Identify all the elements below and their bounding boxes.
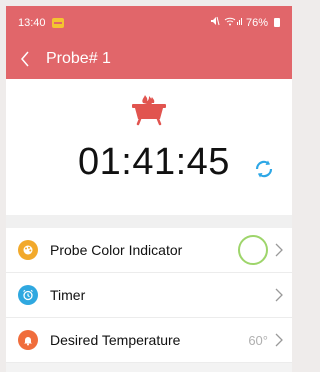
probe-color-swatch[interactable]	[238, 235, 268, 265]
bell-icon	[18, 330, 38, 350]
chevron-right-icon	[274, 332, 284, 348]
notification-app-icon	[51, 17, 64, 28]
page-title: Probe# 1	[46, 50, 111, 67]
status-indicators: 76%	[210, 16, 280, 29]
app-screen: 13:40 76% Probe# 1 01:41:45 Probe Color …	[6, 6, 292, 372]
app-header: Probe# 1	[6, 39, 292, 79]
wifi-signal-icon	[224, 16, 242, 29]
alarm-clock-icon	[18, 285, 38, 305]
timer-row[interactable]: Timer	[6, 273, 292, 318]
hot-bath-icon	[129, 91, 169, 127]
row-label-timer: Timer	[50, 287, 86, 303]
desired-temperature-row[interactable]: Desired Temperature 60°	[6, 318, 292, 363]
desired-temperature-value: 60°	[248, 332, 268, 348]
battery-percent: 76%	[245, 16, 268, 29]
palette-icon	[18, 240, 38, 260]
status-time: 13:40	[18, 16, 46, 29]
back-arrow-icon[interactable]	[20, 50, 32, 68]
timer-display: 01:41:45	[78, 141, 230, 183]
settings-list: Probe Color Indicator Timer Desired Temp…	[6, 228, 292, 363]
probe-color-indicator-row[interactable]: Probe Color Indicator	[6, 228, 292, 273]
row-label-probe-color: Probe Color Indicator	[50, 242, 183, 258]
chevron-right-icon	[274, 287, 284, 303]
refresh-icon[interactable]	[253, 158, 275, 180]
chevron-right-icon	[274, 242, 284, 258]
probe-hero: 01:41:45	[6, 79, 292, 215]
status-bar: 13:40 76%	[6, 6, 292, 39]
row-label-desired-temperature: Desired Temperature	[50, 332, 181, 348]
section-divider	[6, 215, 292, 228]
mute-icon	[210, 16, 220, 29]
battery-icon	[274, 18, 280, 27]
